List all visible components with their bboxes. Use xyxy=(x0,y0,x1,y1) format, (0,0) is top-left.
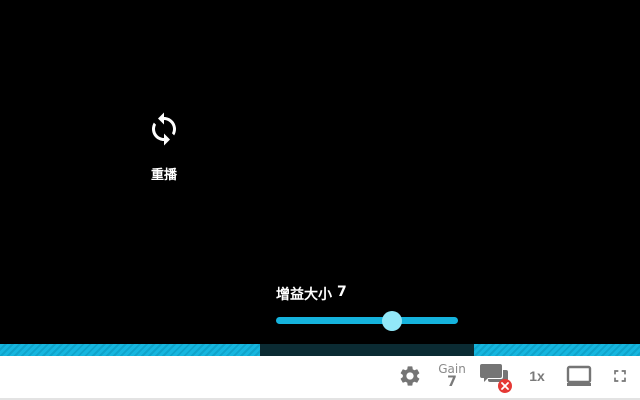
gain-value: 7 xyxy=(337,284,347,300)
gain-slider-thumb[interactable] xyxy=(382,311,403,331)
progress-bar[interactable] xyxy=(0,344,640,356)
danmaku-toggle-button[interactable] xyxy=(478,356,512,396)
replay-button[interactable]: 重播 xyxy=(139,108,189,183)
gain-title: 增益大小 xyxy=(276,287,332,303)
progress-buffered-segment xyxy=(474,344,640,356)
comments-disabled-icon xyxy=(480,364,512,393)
gain-slider-track[interactable] xyxy=(276,317,458,324)
theater-mode-button[interactable] xyxy=(564,356,594,396)
gear-icon xyxy=(400,366,420,386)
settings-button[interactable] xyxy=(396,356,424,396)
speed-label: 1x xyxy=(529,368,545,384)
fullscreen-icon xyxy=(614,370,626,382)
gain-button[interactable]: Gain 7 xyxy=(436,356,468,396)
replay-icon xyxy=(152,112,176,146)
speed-button[interactable]: 1x xyxy=(524,356,550,396)
gain-slider[interactable] xyxy=(276,311,458,331)
video-area[interactable]: 重播 增益大小 7 xyxy=(0,0,640,344)
gain-button-value: 7 xyxy=(447,374,457,390)
theater-mode-icon xyxy=(566,365,592,386)
replay-label: 重播 xyxy=(150,168,177,183)
control-bar: Gain 7 1x xyxy=(0,356,640,400)
progress-buffered-segment xyxy=(0,344,260,356)
fullscreen-button[interactable] xyxy=(606,356,634,396)
gain-panel: 增益大小 7 xyxy=(276,284,460,331)
